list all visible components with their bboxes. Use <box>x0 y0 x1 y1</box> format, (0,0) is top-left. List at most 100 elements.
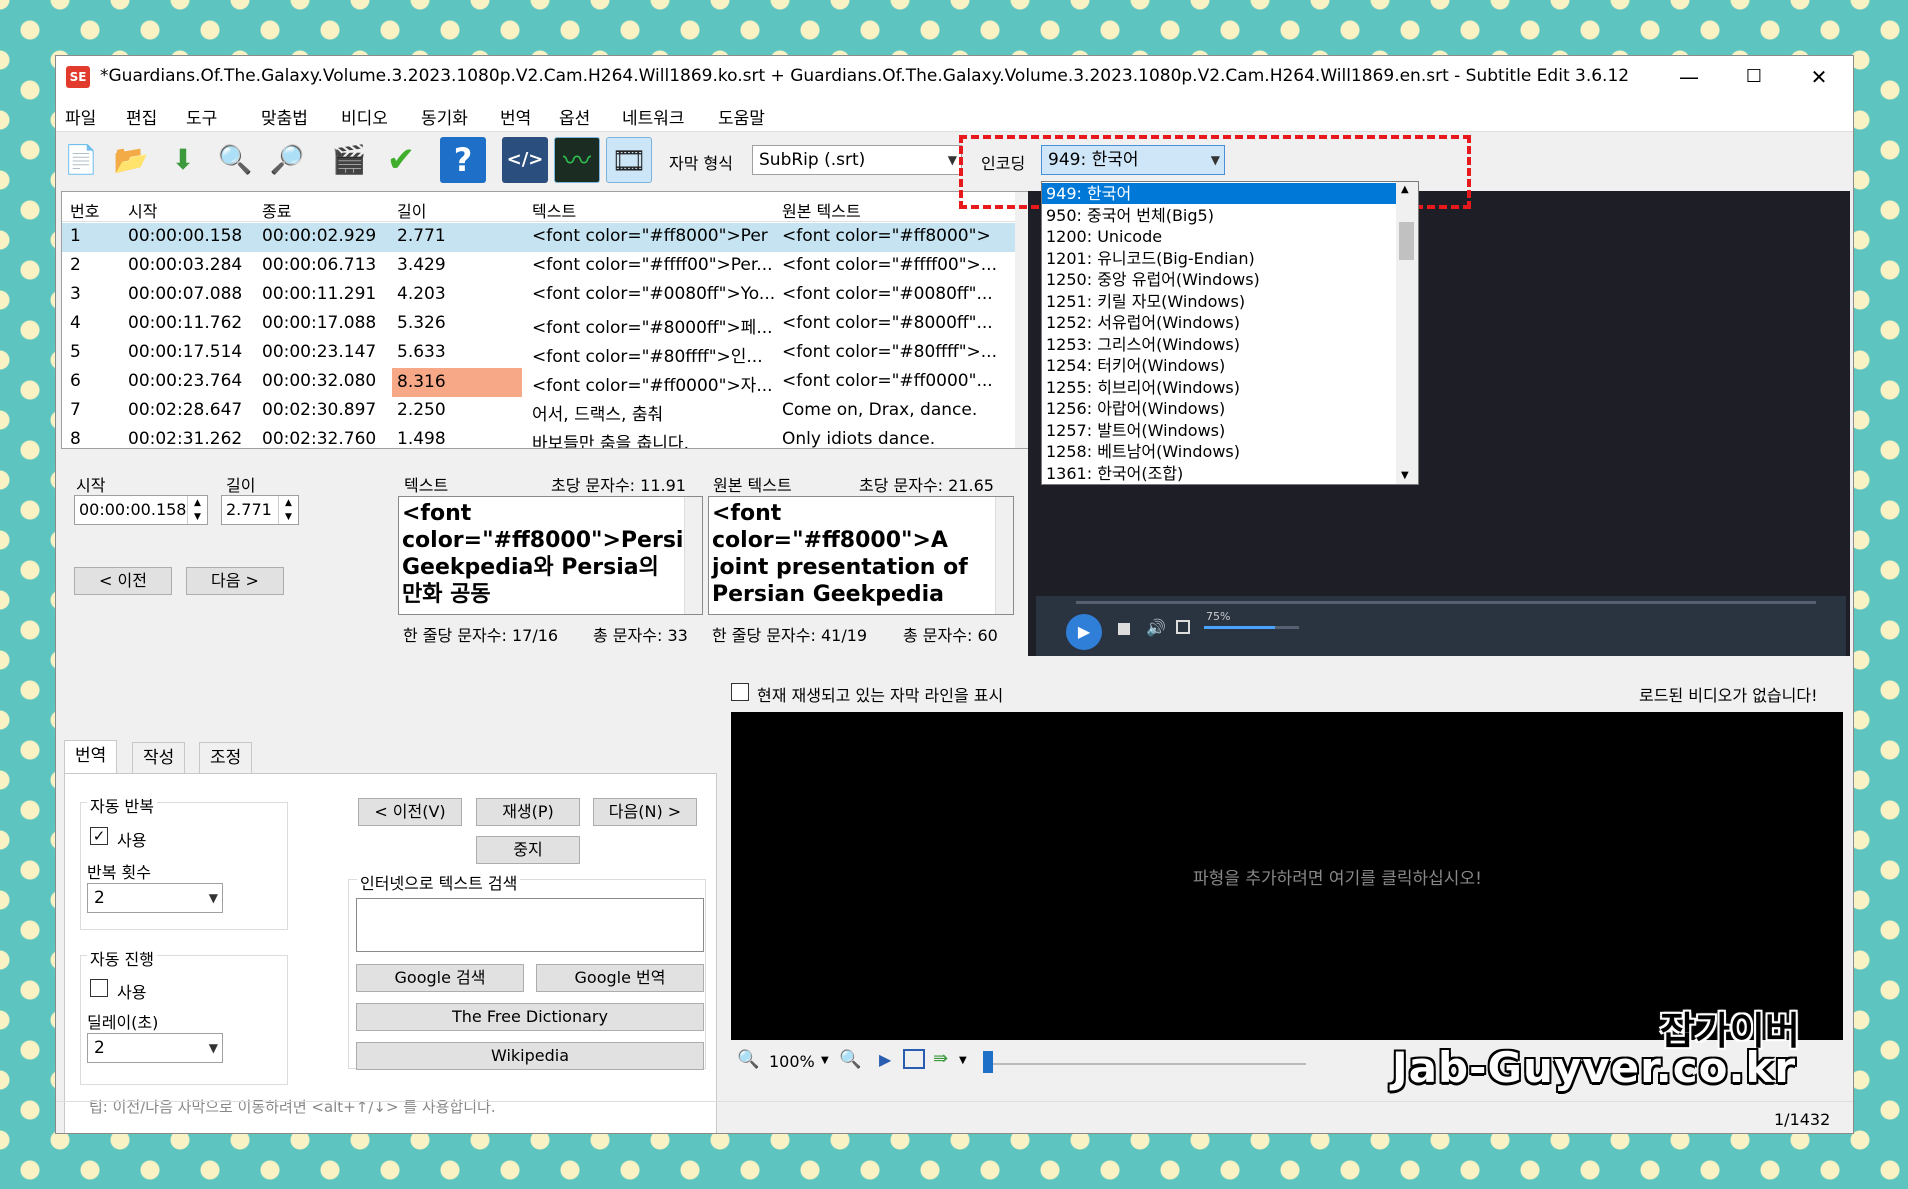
search-text-input[interactable] <box>356 898 704 952</box>
menu-options[interactable]: 옵션 <box>559 104 590 129</box>
zoom-level[interactable]: 100% <box>769 1052 815 1071</box>
slider-thumb[interactable] <box>983 1051 993 1073</box>
volume-icon[interactable]: 🔊 <box>1146 618 1166 637</box>
source-view-icon[interactable]: </> <box>502 137 548 183</box>
google-translate-button[interactable]: Google 번역 <box>536 964 704 992</box>
visual-sync-icon[interactable]: 🎬 <box>326 137 372 183</box>
seek-bar[interactable] <box>1076 601 1816 604</box>
encoding-option[interactable]: 1201: 유니코드(Big-Endian) <box>1042 248 1396 269</box>
delay-select[interactable]: 2 ▼ <box>87 1033 223 1063</box>
menu-help[interactable]: 도움말 <box>718 104 765 129</box>
close-button[interactable]: ✕ <box>1787 56 1851 98</box>
translate-stop-button[interactable]: 중지 <box>476 836 580 864</box>
search-icon[interactable]: 🔍 <box>212 137 258 183</box>
col-end[interactable]: 종료 <box>262 198 291 222</box>
encoding-option[interactable]: 950: 중국어 번체(Big5) <box>1042 205 1396 226</box>
menu-tools[interactable]: 도구 <box>186 104 217 129</box>
menu-network[interactable]: 네트워크 <box>622 104 685 129</box>
spinner-arrows-icon[interactable]: ▲ ▼ <box>278 496 298 524</box>
play-selection-icon[interactable]: ▶ <box>879 1050 891 1069</box>
prev-subtitle-button[interactable]: < 이전 <box>74 567 172 595</box>
zoom-out-icon[interactable]: 🔍 <box>737 1049 759 1070</box>
next-subtitle-button[interactable]: 다음 > <box>186 567 284 595</box>
show-current-line-checkbox[interactable] <box>731 683 749 701</box>
col-original-text[interactable]: 원본 텍스트 <box>782 198 861 222</box>
table-row[interactable]: 4 00:00:11.762 00:00:17.088 5.326 <font colo… <box>62 310 1017 339</box>
help-icon[interactable]: ? <box>440 137 486 183</box>
chevron-down-icon[interactable]: ▼ <box>1401 470 1409 481</box>
spellcheck-icon[interactable]: ✔ <box>378 137 424 183</box>
video-icon[interactable]: 🎞 <box>606 137 652 183</box>
col-number[interactable]: 번호 <box>70 198 99 222</box>
encoding-option[interactable]: 1200: Unicode <box>1042 226 1396 247</box>
table-row[interactable]: 7 00:02:28.647 00:02:30.897 2.250 어서, 드랙스, 춤… <box>62 397 1017 426</box>
start-time-input[interactable]: 00:00:00.158 ▲ ▼ <box>74 495 208 525</box>
repeat-count-select[interactable]: 2 ▼ <box>87 883 223 913</box>
encoding-option[interactable]: 1256: 아랍어(Windows) <box>1042 398 1396 419</box>
waveform-position-slider[interactable] <box>986 1063 1306 1065</box>
col-text[interactable]: 텍스트 <box>532 198 576 222</box>
subtitle-list[interactable]: 번호 시작 종료 길이 텍스트 원본 텍스트 1 00:00:00.158 00:0… <box>61 191 1033 449</box>
translate-prev-button[interactable]: < 이전(V) <box>358 798 462 826</box>
chevron-down-icon[interactable]: ▼ <box>821 1055 829 1066</box>
forward-icon[interactable]: ⇛ <box>933 1048 948 1069</box>
chevron-up-icon[interactable]: ▲ <box>1401 184 1409 195</box>
google-search-button[interactable]: Google 검색 <box>356 964 524 992</box>
download-icon[interactable]: ⬇ <box>160 137 206 183</box>
menu-spellcheck[interactable]: 맞춤법 <box>261 104 308 129</box>
grid-toggle-icon[interactable] <box>903 1049 925 1069</box>
duration-input[interactable]: 2.771 ▲ ▼ <box>221 495 299 525</box>
encoding-dropdown-list[interactable]: 949: 한국어 950: 중국어 번체(Big5) 1200: Unicode 12… <box>1041 181 1419 485</box>
translate-play-button[interactable]: 재생(P) <box>476 798 580 826</box>
original-text-scrollbar[interactable] <box>995 497 1013 614</box>
wikipedia-button[interactable]: Wikipedia <box>356 1042 704 1070</box>
new-file-icon[interactable]: 📄 <box>58 137 104 183</box>
menu-translate[interactable]: 번역 <box>500 104 531 129</box>
encoding-option[interactable]: 949: 한국어 <box>1042 183 1396 204</box>
menu-edit[interactable]: 편집 <box>126 104 157 129</box>
maximize-button[interactable]: ☐ <box>1722 56 1786 98</box>
encoding-option[interactable]: 1250: 중앙 유럽어(Windows) <box>1042 269 1396 290</box>
col-start[interactable]: 시작 <box>128 198 157 222</box>
tab-translate[interactable]: 번역 <box>64 740 118 774</box>
waveform-icon[interactable]: 〰 <box>554 137 600 183</box>
replace-icon[interactable]: 🔎 <box>264 137 310 183</box>
encoding-option[interactable]: 1254: 터키어(Windows) <box>1042 355 1396 376</box>
subtitle-format-select[interactable]: SubRip (.srt) ▼ <box>752 145 962 175</box>
table-row[interactable]: 5 00:00:17.514 00:00:23.147 5.633 <font colo… <box>62 339 1017 368</box>
menu-file[interactable]: 파일 <box>65 104 96 129</box>
volume-slider[interactable] <box>1204 626 1299 629</box>
encoding-option[interactable]: 1361: 한국어(조합) <box>1042 463 1396 484</box>
table-row[interactable]: 3 00:00:07.088 00:00:11.291 4.203 <font colo… <box>62 281 1017 310</box>
fullscreen-icon[interactable] <box>1176 620 1190 634</box>
zoom-in-icon[interactable]: 🔍 <box>839 1049 861 1070</box>
table-row[interactable]: 2 00:00:03.284 00:00:06.713 3.429 <font colo… <box>62 252 1017 281</box>
spinner-arrows-icon[interactable]: ▲ ▼ <box>187 496 207 524</box>
tab-adjust[interactable]: 조정 <box>199 742 253 774</box>
encoding-option[interactable]: 1258: 베트남어(Windows) <box>1042 441 1396 462</box>
menu-video[interactable]: 비디오 <box>341 104 388 129</box>
col-duration[interactable]: 길이 <box>397 198 426 222</box>
free-dictionary-button[interactable]: The Free Dictionary <box>356 1003 704 1031</box>
encoding-dropdown-scrollbar[interactable]: ▲ ▼ <box>1396 182 1418 484</box>
play-icon[interactable]: ▶ <box>1066 614 1102 650</box>
auto-repeat-checkbox[interactable]: ✓ <box>90 827 108 845</box>
translate-next-button[interactable]: 다음(N) > <box>593 798 697 826</box>
auto-continue-checkbox[interactable] <box>90 979 108 997</box>
encoding-option[interactable]: 1257: 발트어(Windows) <box>1042 420 1396 441</box>
encoding-option[interactable]: 1255: 히브리어(Windows) <box>1042 377 1396 398</box>
open-folder-icon[interactable]: 📂 <box>108 137 154 183</box>
scroll-thumb[interactable] <box>1399 222 1414 260</box>
table-row[interactable]: 6 00:00:23.764 00:00:32.080 8.316 <font colo… <box>62 368 1017 397</box>
encoding-option[interactable]: 1251: 키릴 자모(Windows) <box>1042 291 1396 312</box>
chevron-down-icon[interactable]: ▼ <box>959 1055 967 1066</box>
text-editor-scrollbar[interactable] <box>684 497 702 614</box>
table-row[interactable]: 1 00:00:00.158 00:00:02.929 2.771 <font colo… <box>62 223 1017 252</box>
table-row[interactable]: 8 00:02:31.262 00:02:32.760 1.498 바보들만 춤을 춥니… <box>62 426 1017 448</box>
minimize-button[interactable]: — <box>1657 56 1721 98</box>
encoding-option[interactable]: 1253: 그리스어(Windows) <box>1042 334 1396 355</box>
menu-sync[interactable]: 동기화 <box>421 104 468 129</box>
encoding-option[interactable]: 1252: 서유럽어(Windows) <box>1042 312 1396 333</box>
original-text-editor[interactable]: <font color="#ff8000">A joint presentati… <box>708 496 1014 615</box>
tab-create[interactable]: 작성 <box>132 742 186 774</box>
